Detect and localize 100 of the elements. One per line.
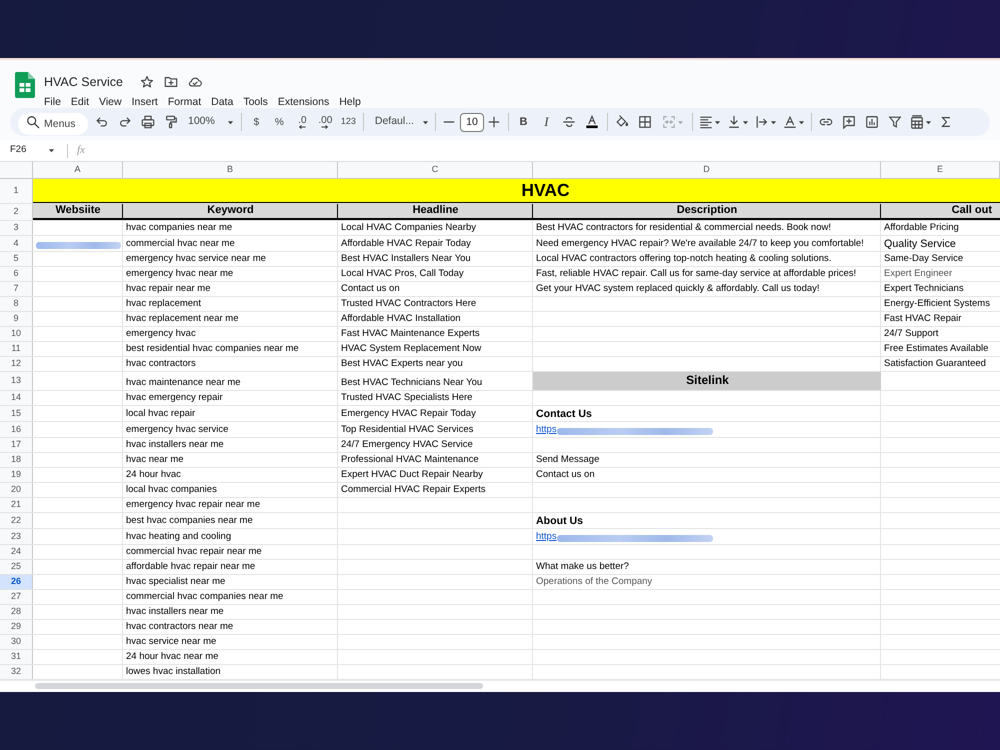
- menu-item[interactable]: Insert: [126, 94, 163, 110]
- document-title[interactable]: HVAC Service: [44, 73, 123, 91]
- column-letter[interactable]: E: [881, 162, 1000, 178]
- menu-item[interactable]: Help: [334, 94, 366, 110]
- row-number[interactable]: 21: [0, 498, 33, 512]
- row-number[interactable]: 26: [0, 575, 33, 589]
- scrollbar-thumb[interactable]: [35, 683, 483, 689]
- chart-icon: [865, 115, 880, 129]
- column-letter[interactable]: B: [123, 162, 338, 178]
- sheet-cell-text: Fast HVAC Repair: [883, 312, 962, 326]
- column-heading-cell: Websiite: [33, 204, 123, 220]
- column-letter[interactable]: A: [33, 162, 123, 178]
- sheet-cell-text: emergency hvac repair near me: [125, 498, 262, 512]
- row-number[interactable]: 3: [0, 221, 33, 235]
- star-icon: [140, 75, 154, 89]
- menu-item[interactable]: Extensions: [272, 94, 334, 110]
- row-number[interactable]: 13: [0, 372, 33, 390]
- italic-button[interactable]: I: [534, 110, 558, 134]
- menu-item[interactable]: View: [94, 94, 127, 110]
- row-number[interactable]: 17: [0, 438, 33, 452]
- sheet-cell-text: Expert Engineer: [883, 267, 954, 281]
- menu-item[interactable]: Data: [206, 94, 238, 110]
- row-number[interactable]: 14: [0, 391, 33, 405]
- sheet-cell-text: hvac replacement: [125, 297, 202, 311]
- sheet-cell-text: commercial hvac near me: [125, 237, 236, 251]
- sheet-cell-text: Top Residential HVAC Services: [340, 423, 474, 437]
- row-number[interactable]: 24: [0, 545, 33, 559]
- row-number[interactable]: 4: [0, 236, 33, 251]
- sheet-cell-text: hvac contractors near me: [125, 620, 234, 634]
- menu-item[interactable]: Edit: [66, 94, 94, 110]
- font-size-field[interactable]: 10: [460, 112, 484, 132]
- comment-icon: [842, 115, 856, 129]
- row-number[interactable]: 11: [0, 342, 33, 356]
- plus-icon: [487, 115, 502, 129]
- font-dropdown[interactable]: Defaul...: [366, 110, 432, 134]
- row-number[interactable]: 20: [0, 483, 33, 497]
- more-formats-button[interactable]: 123: [336, 110, 360, 134]
- row-number[interactable]: 32: [0, 665, 33, 679]
- section-heading-cell: Sitelink: [533, 372, 881, 390]
- sheet-cell-text: Operations of the Company: [535, 575, 654, 589]
- menu-item[interactable]: Tools: [238, 94, 273, 110]
- menu-search-field[interactable]: Menus: [18, 113, 88, 135]
- column-letter[interactable]: D: [533, 162, 881, 178]
- row-number[interactable]: 2: [0, 204, 33, 220]
- sheet-cell-text: affordable hvac repair near me: [125, 560, 256, 574]
- sheet-cell-text: Send Message: [535, 453, 600, 467]
- row-number[interactable]: 28: [0, 605, 33, 619]
- bold-button[interactable]: B: [512, 110, 535, 134]
- zoom-dropdown[interactable]: 100%: [182, 110, 238, 134]
- sheet-cell-text: local hvac repair: [125, 407, 196, 421]
- redo-icon: [118, 115, 132, 129]
- url-link[interactable]: https: [536, 425, 713, 436]
- row-number[interactable]: 7: [0, 282, 33, 296]
- row-number[interactable]: 29: [0, 620, 33, 634]
- row-number[interactable]: 9: [0, 312, 33, 326]
- row-number[interactable]: 16: [0, 422, 33, 437]
- sheet-cell-text: Same-Day Service: [883, 252, 964, 266]
- row-number[interactable]: 25: [0, 560, 33, 574]
- sheet-cell-text: commercial hvac companies near me: [125, 590, 284, 604]
- row-number[interactable]: 19: [0, 468, 33, 482]
- percent-format-button[interactable]: %: [268, 110, 291, 134]
- sheet-cell-text: local hvac companies: [125, 483, 218, 497]
- sheet-cell-text: Trusted HVAC Contractors Here: [340, 297, 478, 311]
- row-number[interactable]: 22: [0, 513, 33, 528]
- sheet-cell-text: Best HVAC Experts near you: [340, 357, 464, 371]
- row-number[interactable]: 18: [0, 453, 33, 467]
- column-letter[interactable]: C: [338, 162, 533, 178]
- row-number[interactable]: 27: [0, 590, 33, 604]
- sheet-cell-text: 24 hour hvac: [125, 468, 182, 482]
- row-number[interactable]: 5: [0, 252, 33, 266]
- row-number[interactable]: 31: [0, 650, 33, 664]
- decrease-decimal-button[interactable]: .0: [290, 110, 314, 134]
- caret-icon: [798, 118, 805, 126]
- row-number[interactable]: 1: [0, 179, 33, 203]
- name-box[interactable]: F26: [0, 143, 55, 158]
- sheet-cell-text: Commercial HVAC Repair Experts: [340, 483, 486, 497]
- merge-icon: [662, 115, 676, 129]
- row-number[interactable]: 10: [0, 327, 33, 341]
- row-number[interactable]: 6: [0, 267, 33, 281]
- wrap-icon: [754, 115, 769, 129]
- cloud-icon: [188, 75, 202, 89]
- borders-icon: [638, 115, 652, 129]
- row-number[interactable]: 12: [0, 357, 33, 371]
- sheet-cell-text: Affordable Pricing: [883, 221, 960, 235]
- row-number[interactable]: 8: [0, 297, 33, 311]
- currency-format-button[interactable]: $: [244, 110, 268, 134]
- sheet-cell-text: lowes hvac installation: [125, 665, 222, 679]
- menu-item[interactable]: File: [39, 94, 66, 110]
- sheet-cell-text: Affordable HVAC Installation: [340, 312, 462, 326]
- text-color-icon: [585, 115, 600, 129]
- menu-item[interactable]: Format: [162, 94, 206, 110]
- sheet-cell-text: hvac contractors: [125, 357, 197, 371]
- sheet-cell-text: Fast, reliable HVAC repair. Call us for same-day service at affordable prices!: [535, 267, 858, 281]
- sheet-cell-text: 24/7 Emergency HVAC Service: [340, 438, 474, 452]
- url-link[interactable]: https: [536, 532, 713, 543]
- row-number[interactable]: 30: [0, 635, 33, 649]
- printer-icon: [140, 115, 154, 129]
- row-number[interactable]: 23: [0, 529, 33, 544]
- increase-decimal-button[interactable]: .00: [314, 110, 337, 134]
- row-number[interactable]: 15: [0, 406, 33, 421]
